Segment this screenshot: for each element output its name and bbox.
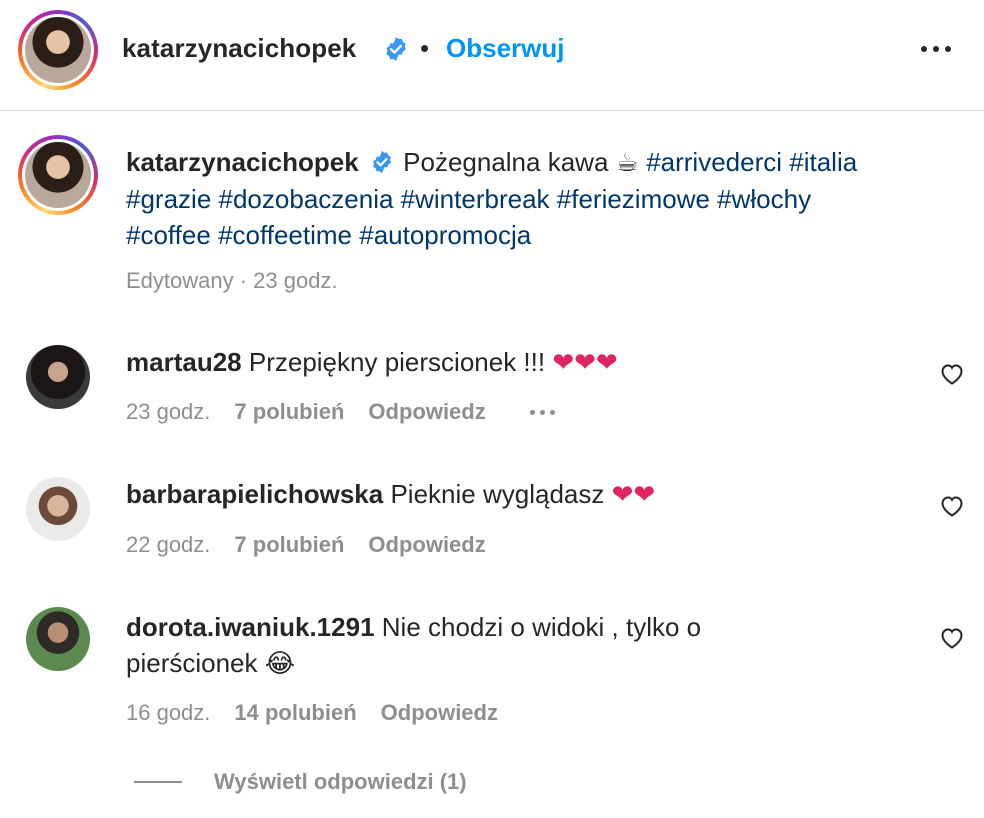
reply-button[interactable]: Odpowiedz xyxy=(368,532,485,558)
header-divider xyxy=(0,110,984,111)
avatar-photo xyxy=(25,142,91,208)
comment-meta: 23 godz. 7 polubień Odpowiedz xyxy=(126,399,555,425)
coffee-emoji: ☕ xyxy=(615,148,639,178)
comment-text: Pieknie wyglądasz xyxy=(390,479,605,509)
view-replies-button[interactable]: Wyświetl odpowiedzi (1) xyxy=(214,769,467,795)
hashtag[interactable]: #dozobaczenia xyxy=(219,184,394,214)
comment-body: barbarapielichowska Pieknie wyglądasz ❤❤ xyxy=(126,476,906,513)
post-caption: katarzynacichopek Pożegnalna kawa ☕ #arr… xyxy=(126,144,946,253)
follow-button[interactable]: Obserwuj xyxy=(446,33,564,64)
heart-outline-icon[interactable] xyxy=(940,495,964,517)
hearts-emoji: ❤❤ xyxy=(611,480,656,510)
hashtag[interactable]: #coffee xyxy=(126,220,211,250)
reply-button[interactable]: Odpowiedz xyxy=(368,399,485,425)
hashtag[interactable]: #feriezimowe xyxy=(557,184,710,214)
comment-username[interactable]: barbarapielichowska xyxy=(126,479,383,509)
comment-username[interactable]: dorota.iwaniuk.1291 xyxy=(126,612,375,642)
comment-username[interactable]: martau28 xyxy=(126,347,242,377)
caption-avatar[interactable] xyxy=(18,135,98,215)
laughing-emoji: 😂 xyxy=(264,649,296,679)
header-avatar[interactable] xyxy=(18,10,98,90)
header-separator: • xyxy=(420,33,430,63)
comment-time: 23 godz. xyxy=(126,399,211,424)
caption-text: Pożegnalna kawa xyxy=(403,147,609,177)
hashtag[interactable]: #grazie xyxy=(126,184,211,214)
avatar-photo xyxy=(25,17,91,83)
more-options-icon[interactable] xyxy=(921,46,951,52)
caption-meta: Edytowany · 23 godz. xyxy=(126,268,338,293)
caption-username[interactable]: katarzynacichopek xyxy=(126,147,359,177)
heart-outline-icon[interactable] xyxy=(940,627,964,649)
comment-meta: 22 godz. 7 polubień Odpowiedz xyxy=(126,532,486,558)
comment-time: 16 godz. xyxy=(126,700,211,725)
hashtag[interactable]: #winterbreak xyxy=(401,184,550,214)
comment-more-icon[interactable] xyxy=(529,409,555,415)
verified-badge-icon xyxy=(386,37,406,61)
hearts-emoji: ❤❤❤ xyxy=(552,348,618,378)
verified-badge-icon xyxy=(373,151,391,174)
heart-outline-icon[interactable] xyxy=(940,363,964,385)
comment-likes[interactable]: 7 polubień xyxy=(234,532,344,558)
comment-avatar[interactable] xyxy=(26,345,90,409)
comment-likes[interactable]: 14 polubień xyxy=(234,700,356,726)
comment-likes[interactable]: 7 polubień xyxy=(234,399,344,425)
comment-body: martau28 Przepiękny pierscionek !!! ❤❤❤ xyxy=(126,344,906,381)
comment-text: Przepiękny pierscionek !!! xyxy=(248,347,546,377)
comment-meta: 16 godz. 14 polubień Odpowiedz xyxy=(126,700,498,726)
hashtag[interactable]: #coffeetime xyxy=(218,220,352,250)
hashtag[interactable]: #włochy xyxy=(717,184,811,214)
header-username[interactable]: katarzynacichopek xyxy=(122,33,356,64)
comment-avatar[interactable] xyxy=(26,477,90,541)
comment-avatar[interactable] xyxy=(26,607,90,671)
hashtag[interactable]: #arrivederci xyxy=(646,147,782,177)
hashtag[interactable]: #autopromocja xyxy=(359,220,531,250)
comment-body: dorota.iwaniuk.1291 Nie chodzi o widoki … xyxy=(126,609,786,682)
reply-button[interactable]: Odpowiedz xyxy=(381,700,498,726)
hashtag[interactable]: #italia xyxy=(789,147,857,177)
comment-time: 22 godz. xyxy=(126,532,211,557)
replies-divider-line xyxy=(134,781,182,783)
